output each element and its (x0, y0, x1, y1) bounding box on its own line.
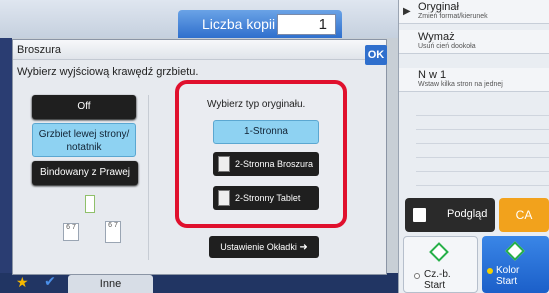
one-sided-button[interactable]: 1-Stronna (213, 120, 319, 144)
arrow-right-icon: ➜ (299, 242, 308, 253)
right-item-title: Oryginał (418, 1, 459, 13)
binding-right-button[interactable]: Bindowany z Prawej (32, 161, 138, 185)
right-item-title: Wymaż (418, 31, 455, 43)
page-icon: 6 7 (63, 223, 79, 241)
right-panel-empty-list (416, 102, 549, 190)
page-icon (85, 195, 95, 213)
start-bw-button[interactable]: Cz.-b. Start (403, 236, 478, 293)
page-icon: 6 7 (105, 221, 121, 243)
copies-box: Liczba kopii 1 (178, 10, 342, 38)
tablet-label: 2-Stronny Tablet (235, 193, 301, 203)
start-bw-line2: Start (424, 280, 446, 291)
bw-dot-icon (414, 273, 420, 279)
left-edge-bar (0, 0, 12, 293)
ca-button[interactable]: CA (499, 198, 549, 232)
copies-label: Liczba kopii (202, 16, 276, 32)
start-diamond-icon (429, 242, 449, 262)
color-dot-icon (487, 268, 493, 274)
right-item-subtitle: Zmień format/kierunek (418, 13, 488, 20)
right-item-subtitle: Wstaw kilka stron na jednej (418, 81, 503, 88)
start-bw-line1: Cz.-b. (424, 269, 451, 280)
two-sided-brochure-button[interactable]: 2-Stronna Broszura (213, 152, 319, 176)
start-color-line2: Start (496, 276, 518, 287)
cover-settings-label: Ustawienie Okładki (220, 242, 297, 252)
binding-left-button[interactable]: Grzbiet lewej strony/ notatnik (32, 123, 136, 157)
checkmark-icon[interactable]: ✔ (40, 273, 60, 293)
original-type-label: Wybierz typ oryginału. (207, 99, 306, 110)
preview-button[interactable]: Podgląd (405, 198, 495, 232)
play-arrow-icon: ▶ (403, 6, 411, 17)
star-icon[interactable]: ★ (16, 274, 29, 291)
inne-button[interactable]: Inne (68, 275, 153, 293)
brochure-label: 2-Stronna Broszura (235, 159, 314, 169)
tablet-icon (218, 190, 230, 206)
dialog-subtitle: Wybierz wyjściową krawędź grzbietu. (17, 66, 199, 78)
start-diamond-icon (505, 241, 525, 261)
dialog-title: Broszura (17, 44, 62, 56)
right-item-title: N w 1 (418, 69, 447, 81)
brochure-icon (218, 156, 230, 172)
document-icon (413, 208, 426, 222)
two-sided-tablet-button[interactable]: 2-Stronny Tablet (213, 186, 319, 210)
preview-label: Podgląd (447, 208, 488, 220)
start-color-line1: Kolor (496, 265, 520, 276)
copies-input[interactable]: 1 (277, 14, 336, 35)
start-color-button[interactable]: Kolor Start (482, 236, 549, 293)
right-item-nup[interactable]: N w 1 Wstaw kilka stron na jednej (399, 68, 549, 92)
cover-settings-button[interactable]: Ustawienie Okładki ➜ (209, 236, 319, 258)
brochure-illustration: 6 7 6 7 (63, 195, 153, 255)
binding-off-button[interactable]: Off (32, 95, 136, 119)
right-item-original[interactable]: ▶ Oryginał Zmień format/kierunek (399, 0, 549, 24)
dialog-title-bar: Broszura (13, 40, 386, 60)
ok-button[interactable]: OK (365, 45, 387, 65)
right-item-erase[interactable]: Wymaż Usuń cień dookoła (399, 30, 549, 54)
right-item-subtitle: Usuń cień dookoła (418, 43, 476, 50)
